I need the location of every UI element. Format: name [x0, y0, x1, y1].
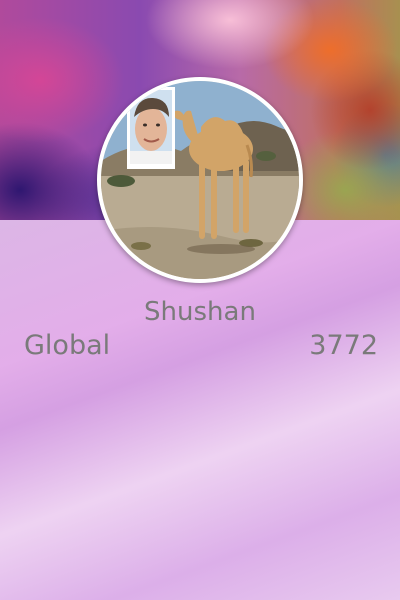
profile-screen: Shushan Global 3772 — [0, 0, 400, 600]
profile-avatar[interactable] — [97, 77, 303, 283]
profile-name: Shushan — [144, 297, 256, 327]
global-rank-label: Global — [24, 330, 111, 361]
camel-photo-icon — [101, 81, 299, 279]
global-rank-value: 3772 — [309, 330, 378, 361]
